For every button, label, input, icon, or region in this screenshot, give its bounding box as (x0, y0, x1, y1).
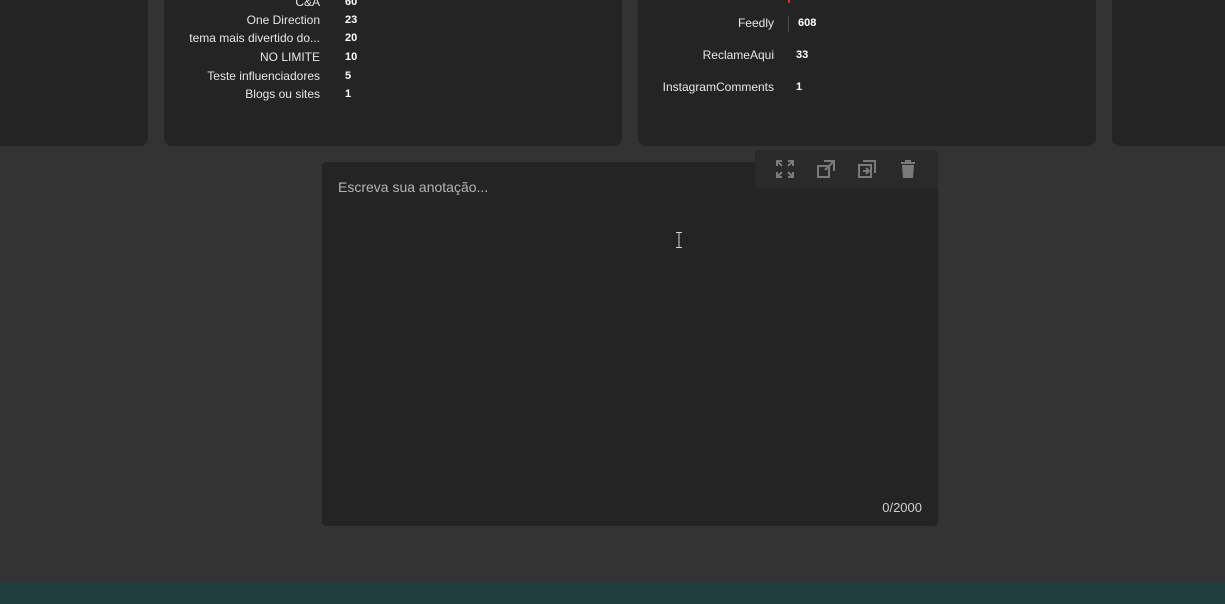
table-row: tema mais divertido do... 20 (164, 31, 357, 45)
row-label: One Direction (246, 13, 320, 27)
table-row: Teste influenciadores 5 (164, 69, 351, 83)
widget-card-partial-left (0, 0, 148, 146)
row-value: 33 (796, 49, 809, 61)
row-label: Blogs ou sites (245, 87, 320, 101)
duplicate-button[interactable] (856, 158, 878, 180)
row-label: InstagramComments (662, 80, 774, 94)
character-counter: 0/2000 (882, 500, 922, 515)
row-value: 10 (345, 51, 358, 63)
bar-marker (788, 0, 790, 3)
row-label: Feedly (737, 16, 774, 30)
note-toolbar (755, 150, 938, 188)
table-row: Blogs ou sites 1 (164, 87, 351, 101)
row-value: 1 (796, 81, 803, 93)
row-label: ReclameAqui (702, 48, 774, 62)
expand-button[interactable] (774, 158, 796, 180)
table-row: NO LIMITE 10 (164, 50, 357, 64)
table-row: ReclameAqui 33 (638, 48, 809, 62)
row-label: NO LIMITE (259, 50, 320, 64)
delete-button[interactable] (897, 158, 919, 180)
expand-icon (776, 160, 795, 178)
row-value: 5 (345, 70, 352, 82)
row-label: Teste influenciadores (207, 69, 320, 83)
table-row: InstagramComments 1 (638, 80, 803, 94)
row-value: 20 (345, 32, 358, 44)
note-widget[interactable] (322, 162, 938, 526)
table-row: C&A 60 (164, 0, 357, 9)
row-value: 1 (345, 88, 352, 100)
trash-icon (900, 160, 915, 178)
open-external-icon (817, 160, 836, 178)
note-textarea[interactable]: Escreva sua anotação... (338, 179, 738, 195)
duplicate-icon (857, 160, 876, 178)
row-value: 608 (798, 17, 817, 29)
footer-bar (0, 582, 1225, 604)
row-value: 60 (345, 0, 358, 8)
row-label: C&A (295, 0, 320, 9)
table-row: Feedly 608 (638, 16, 816, 30)
row-label: tema mais divertido do... (189, 31, 320, 45)
row-value: 23 (345, 14, 358, 26)
table-row: One Direction 23 (164, 13, 358, 27)
open-external-button[interactable] (815, 158, 837, 180)
widget-card-partial-right (1112, 0, 1225, 146)
text-cursor-icon (676, 232, 682, 248)
